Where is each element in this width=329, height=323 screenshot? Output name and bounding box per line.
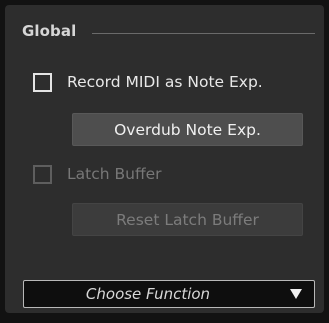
global-panel: Global Record MIDI as Note Exp. Overdub … bbox=[5, 5, 324, 313]
choose-function-label[interactable]: Choose Function bbox=[24, 281, 272, 307]
latch-buffer-label: Latch Buffer bbox=[67, 165, 162, 183]
overdub-note-exp-button[interactable]: Overdub Note Exp. bbox=[72, 113, 303, 146]
section-divider bbox=[92, 33, 315, 34]
triangle-down-icon[interactable] bbox=[290, 289, 302, 299]
section-header: Global bbox=[5, 19, 324, 43]
section-title: Global bbox=[22, 22, 77, 40]
record-midi-checkbox[interactable] bbox=[33, 73, 52, 92]
reset-latch-buffer-button: Reset Latch Buffer bbox=[72, 203, 303, 236]
record-midi-label[interactable]: Record MIDI as Note Exp. bbox=[67, 73, 263, 91]
latch-buffer-checkbox bbox=[33, 165, 52, 184]
choose-function-select[interactable]: Choose Function bbox=[23, 280, 315, 308]
